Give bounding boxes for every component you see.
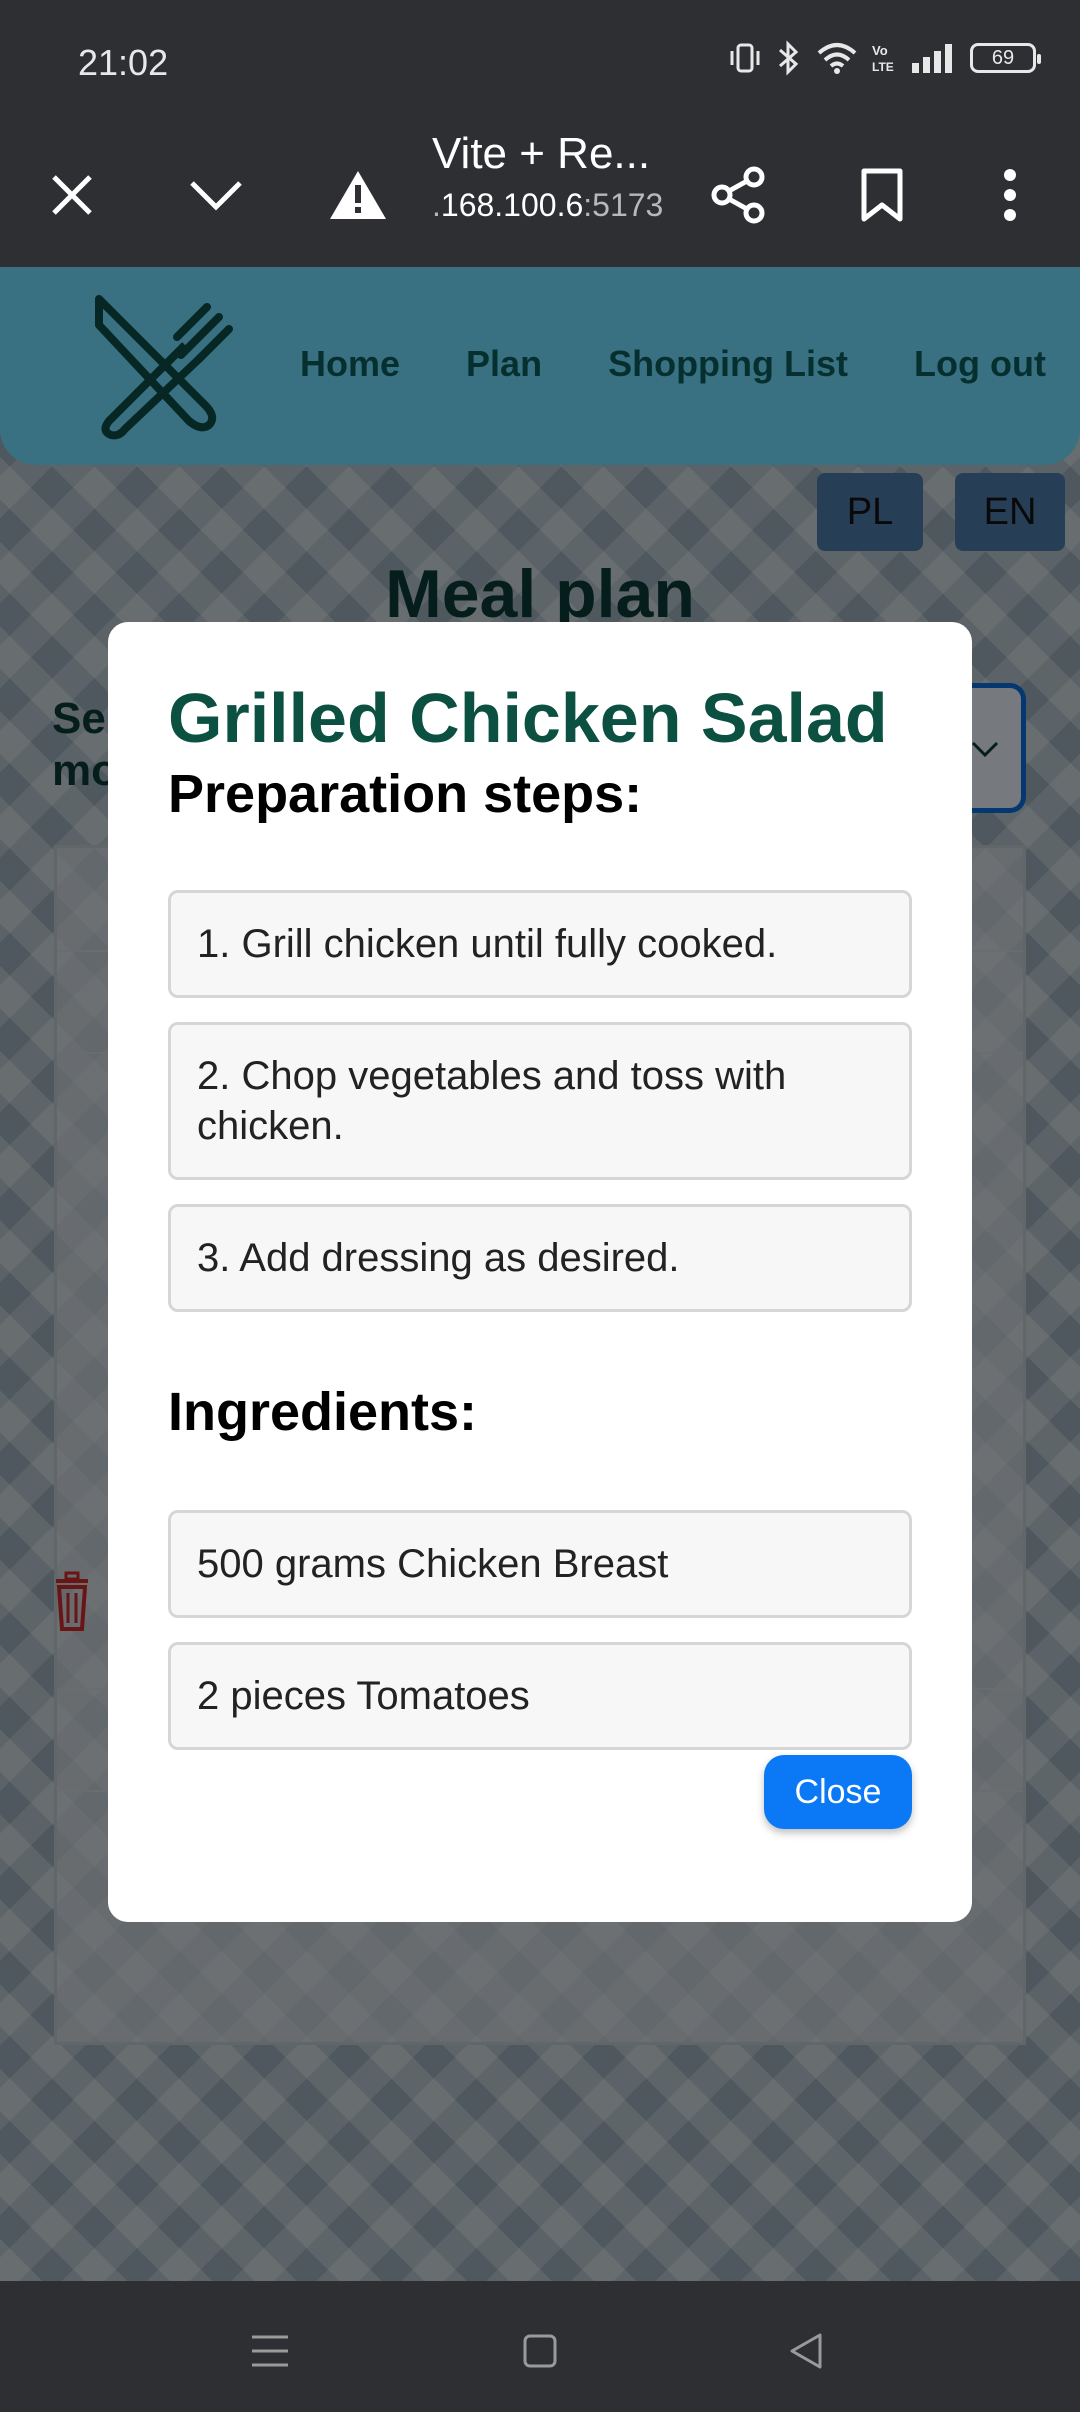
browser-toolbar: Vite + Re... .168.100.6:5173 xyxy=(0,125,1080,267)
step-item: 2. Chop vegetables and toss with chicken… xyxy=(168,1022,912,1180)
back-triangle-icon[interactable] xyxy=(776,2321,836,2381)
chevron-down-icon[interactable] xyxy=(166,145,266,245)
steps-list: 1. Grill chicken until fully cooked. 2. … xyxy=(168,890,912,1312)
wifi-icon xyxy=(816,41,858,75)
menu-icon[interactable] xyxy=(240,2321,300,2381)
browser-page-title: Vite + Re... xyxy=(432,129,651,178)
recipe-title: Grilled Chicken Salad xyxy=(168,679,888,757)
status-bar: 21:02 Vo LTE 69 xyxy=(0,0,1080,125)
system-navigation-bar xyxy=(0,2281,1080,2412)
svg-text:LTE: LTE xyxy=(872,60,894,74)
steps-heading: Preparation steps: xyxy=(168,764,643,824)
volte-icon: Vo LTE xyxy=(872,41,896,75)
battery-icon: 69 xyxy=(970,43,1041,73)
bluetooth-icon xyxy=(776,40,802,76)
close-button[interactable]: Close xyxy=(764,1755,912,1829)
vibrate-icon xyxy=(728,41,762,75)
svg-text:Vo: Vo xyxy=(872,43,888,58)
browser-url: .168.100.6:5173 xyxy=(432,187,672,224)
ingredients-list: 500 grams Chicken Breast 2 pieces Tomato… xyxy=(168,1510,912,1750)
ingredient-item: 2 pieces Tomatoes xyxy=(168,1642,912,1750)
web-page: Home Plan Shopping List Log out PL EN Me… xyxy=(0,267,1080,2281)
ingredient-item: 500 grams Chicken Breast xyxy=(168,1510,912,1618)
status-time: 21:02 xyxy=(78,42,169,83)
warning-icon[interactable] xyxy=(308,145,408,245)
address-bar[interactable]: Vite + Re... .168.100.6:5173 xyxy=(432,125,672,224)
step-item: 3. Add dressing as desired. xyxy=(168,1204,912,1312)
step-item: 1. Grill chicken until fully cooked. xyxy=(168,890,912,998)
close-icon[interactable] xyxy=(22,145,122,245)
battery-level: 69 xyxy=(991,46,1015,69)
bookmark-icon[interactable] xyxy=(832,145,932,245)
url-port: :5173 xyxy=(583,187,664,223)
share-icon[interactable] xyxy=(688,145,788,245)
home-square-icon[interactable] xyxy=(510,2321,570,2381)
signal-icon xyxy=(910,41,956,75)
ingredients-heading: Ingredients: xyxy=(168,1382,478,1442)
url-prefix: . xyxy=(432,187,441,223)
recipe-modal: Grilled Chicken Salad Preparation steps:… xyxy=(108,622,972,1922)
more-vertical-icon[interactable] xyxy=(960,145,1060,245)
url-host: 168.100.6 xyxy=(440,187,584,223)
